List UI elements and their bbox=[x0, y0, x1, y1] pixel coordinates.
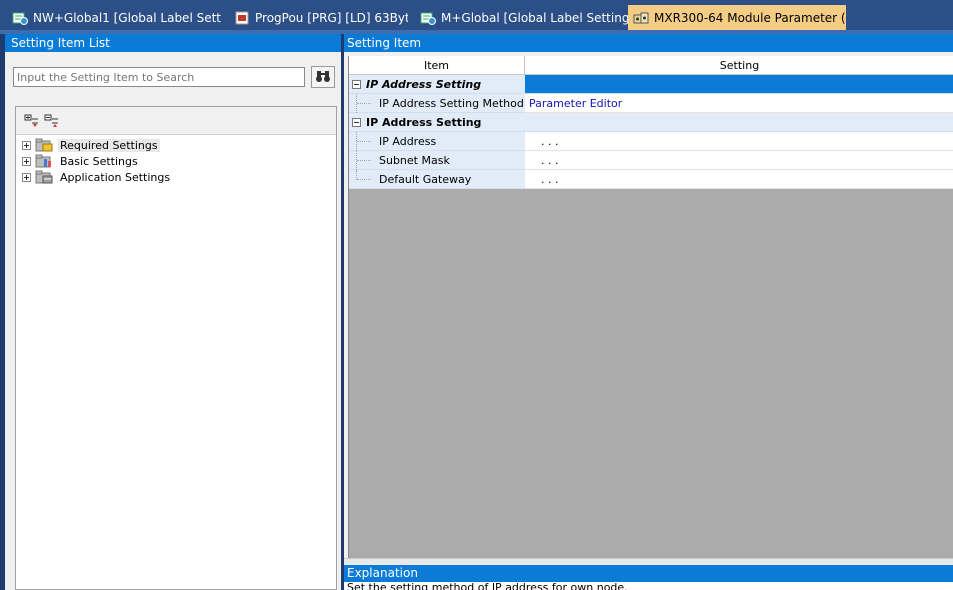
group-label: IP Address Setting bbox=[366, 116, 482, 129]
tab-m-global[interactable]: M+Global [Global Label Setting] bbox=[408, 5, 628, 30]
ip-address-input[interactable]: . . . bbox=[525, 132, 953, 151]
tab-label: M+Global [Global Label Setting] bbox=[441, 10, 628, 25]
parameter-grid: Item Setting IP Address Setting Method I… bbox=[348, 56, 953, 590]
tree-item-label: Basic Settings bbox=[60, 154, 138, 168]
column-header-setting[interactable]: Setting bbox=[525, 56, 953, 75]
setting-item-list-pane: Setting Item List Required Settings bbox=[5, 34, 341, 590]
tree-line bbox=[357, 103, 371, 104]
tab-mxr300-module-parameter[interactable]: MXR300-64 Module Parameter (... ✕ bbox=[628, 5, 846, 30]
binoculars-icon bbox=[315, 69, 331, 86]
setting-item-title: Setting Item bbox=[344, 34, 953, 52]
tree-expand-icon[interactable] bbox=[22, 156, 31, 166]
tree-line bbox=[357, 179, 371, 180]
collapse-group-icon[interactable] bbox=[352, 118, 361, 127]
default-gateway-input[interactable]: . . . bbox=[525, 170, 953, 189]
subnet-mask-input[interactable]: . . . bbox=[525, 151, 953, 170]
tree-item-required-settings[interactable]: Required Settings bbox=[22, 137, 160, 153]
setting-item-pane: Setting Item Item Setting IP Address Set… bbox=[344, 34, 953, 590]
row-label: IP Address Setting Method bbox=[379, 97, 524, 110]
row-label: IP Address bbox=[379, 135, 437, 148]
tree-item-label: Required Settings bbox=[58, 138, 160, 152]
tree-line bbox=[357, 141, 371, 142]
tree-toolbar bbox=[16, 107, 336, 135]
grid-item-cell: Subnet Mask bbox=[349, 151, 525, 170]
grid-row-ip-address-setting-method[interactable]: IP Address Setting Method Parameter Edit… bbox=[349, 94, 953, 113]
tab-label: MXR300-64 Module Parameter (... bbox=[654, 10, 846, 25]
grid-row-default-gateway[interactable]: Default Gateway . . . bbox=[349, 170, 953, 189]
setting-value-cell[interactable]: Parameter Editor bbox=[525, 94, 953, 113]
row-label: Subnet Mask bbox=[379, 154, 450, 167]
search-button[interactable] bbox=[311, 66, 335, 88]
grid-item-cell: IP Address bbox=[349, 132, 525, 151]
grid-group-cell: IP Address Setting bbox=[349, 113, 525, 132]
grid-group-setting-cell bbox=[525, 75, 953, 94]
tree-item-label: Application Settings bbox=[60, 170, 171, 184]
expand-all-icon[interactable] bbox=[24, 114, 40, 128]
grid-group-cell: IP Address Setting Method bbox=[349, 75, 525, 110]
tree-line bbox=[357, 160, 371, 161]
search-row bbox=[13, 66, 335, 88]
grid-item-cell: Default Gateway bbox=[349, 170, 525, 189]
tree-item-basic-settings[interactable]: Basic Settings bbox=[22, 153, 140, 169]
tree-expand-icon[interactable] bbox=[22, 140, 31, 150]
grid-row-subnet-mask[interactable]: Subnet Mask . . . bbox=[349, 151, 953, 170]
grid-group-ip-address-setting-method[interactable]: IP Address Setting Method bbox=[349, 75, 953, 110]
row-label: Default Gateway bbox=[379, 173, 472, 186]
ladder-program-icon bbox=[234, 11, 250, 25]
grid-group-setting-cell bbox=[525, 113, 953, 132]
grid-row-ip-address[interactable]: IP Address . . . bbox=[349, 132, 953, 151]
tab-nw-global1[interactable]: NW+Global1 [Global Label Setti... bbox=[0, 5, 222, 30]
grid-header: Item Setting bbox=[349, 56, 953, 75]
grid-group-ip-address-setting[interactable]: IP Address Setting bbox=[349, 113, 953, 132]
grid-item-cell: IP Address Setting Method bbox=[349, 94, 525, 113]
application-settings-folder-icon bbox=[34, 170, 54, 184]
required-settings-folder-icon bbox=[34, 138, 54, 152]
setting-item-search-input[interactable] bbox=[13, 67, 305, 87]
tree-expand-icon[interactable] bbox=[22, 172, 31, 182]
tab-label: NW+Global1 [Global Label Setti... bbox=[33, 10, 222, 25]
setting-item-tree: Required Settings Basic Settings Applica… bbox=[15, 106, 337, 590]
explanation-text: Set the setting method of IP address for… bbox=[344, 582, 953, 590]
explanation-title: Explanation bbox=[344, 565, 953, 582]
collapse-group-icon[interactable] bbox=[352, 80, 361, 89]
module-parameter-icon bbox=[633, 11, 649, 25]
global-label-icon bbox=[420, 11, 436, 25]
global-label-icon bbox=[12, 11, 28, 25]
explanation-splitter[interactable] bbox=[344, 558, 953, 565]
collapse-all-icon[interactable] bbox=[44, 114, 60, 128]
setting-item-list-title: Setting Item List bbox=[5, 34, 341, 52]
tab-label: ProgPou [PRG] [LD] 63Byte bbox=[255, 10, 408, 25]
basic-settings-folder-icon bbox=[34, 154, 54, 168]
tree-item-application-settings[interactable]: Application Settings bbox=[22, 169, 172, 185]
document-tab-bar: NW+Global1 [Global Label Setti... ProgPo… bbox=[0, 5, 953, 30]
column-header-item[interactable]: Item bbox=[349, 56, 525, 75]
tab-progpou[interactable]: ProgPou [PRG] [LD] 63Byte bbox=[222, 5, 408, 30]
